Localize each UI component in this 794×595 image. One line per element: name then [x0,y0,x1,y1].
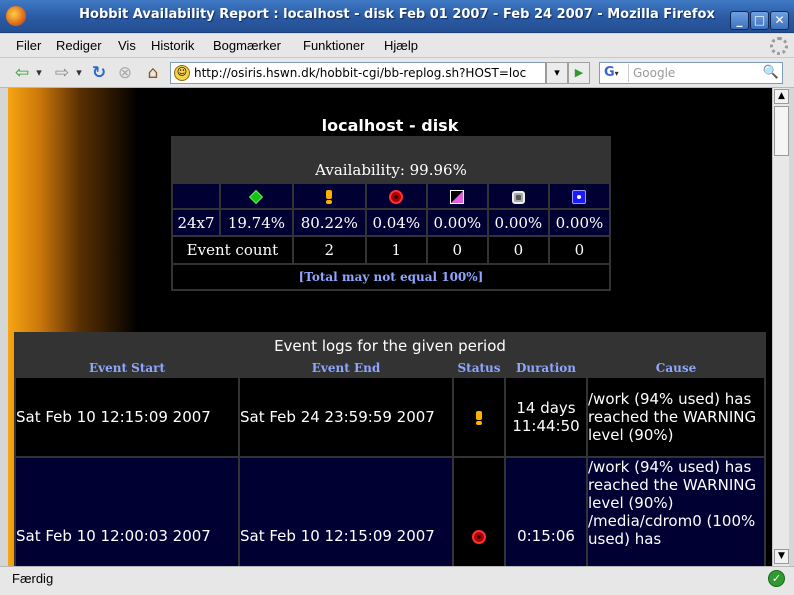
home-button[interactable]: ⌂ [142,63,164,83]
report-title: localhost - disk [321,116,459,135]
menu-historik[interactable]: Historik [151,38,194,53]
status-text: Færdig [12,571,54,586]
menu-hjaelp[interactable]: Hjælp [384,38,418,53]
minimize-button[interactable]: _ [730,11,749,30]
count-clear: 0 [488,237,548,263]
pct-purple: 0.00% [427,210,487,235]
vertical-scrollbar[interactable]: ▲ ▼ [772,88,789,566]
scroll-down-arrow-icon[interactable]: ▼ [774,549,789,564]
status-bar: Færdig ✓ [0,566,794,595]
event-start: Sat Feb 10 12:15:09 2007 [16,378,238,456]
event-log-table: Event logs for the given period Event St… [14,332,766,566]
event-log-header: Event Start Event End Status Duration Ca… [16,360,764,376]
event-count-row: Event count 2 1 0 0 0 [173,237,609,263]
event-duration: 14 days 11:44:50 [506,378,586,456]
go-button[interactable]: ▶ [568,62,590,84]
yellow-status-icon[interactable] [476,410,482,425]
count-purple: 0 [427,237,487,263]
pct-clear: 0.00% [488,210,548,235]
red-status-icon[interactable] [472,529,486,544]
period-label: 24x7 [173,210,219,235]
scrollbar-thumb[interactable] [774,106,789,156]
menu-rediger[interactable]: Rediger [56,38,102,53]
maximize-button[interactable]: □ [750,11,769,30]
empty-header-cell [173,184,219,208]
navigation-toolbar: ⇦ ▾ ⇨ ▾ ↻ ⊗ ⌂ ☺ http://osiris.hswn.dk/ho… [0,58,794,88]
clear-status-icon [511,190,525,204]
yellow-status-icon [326,190,333,204]
total-note: [Total may not equal 100%] [173,265,609,289]
url-history-dropdown[interactable]: ▾ [546,62,568,84]
scroll-up-arrow-icon[interactable]: ▲ [774,89,789,104]
table-row[interactable]: Sat Feb 10 12:15:09 2007 Sat Feb 24 23:5… [16,378,764,456]
blue-status-icon [572,190,587,204]
percentage-row: 24x7 19.74% 80.22% 0.04% 0.00% 0.00% 0.0… [173,210,609,235]
count-yellow: 2 [293,237,365,263]
event-log-title: Event logs for the given period [274,337,506,355]
event-end: Sat Feb 10 12:15:09 2007 [240,458,452,566]
search-icon[interactable]: 🔍 [761,64,781,82]
purple-status-icon [450,190,465,204]
event-count-label: Event count [173,237,292,263]
event-cause: /work (94% used) has reached the WARNING… [588,458,764,566]
forward-history-dropdown[interactable]: ▾ [74,63,84,83]
table-row[interactable]: Sat Feb 10 12:00:03 2007 Sat Feb 10 12:1… [16,458,764,566]
pct-blue: 0.00% [549,210,609,235]
green-status-icon [249,189,264,205]
header-event-start[interactable]: Event Start [16,360,238,376]
search-placeholder[interactable]: Google [633,66,675,80]
event-duration: 0:15:06 [506,458,586,566]
back-button[interactable]: ⇦ [10,63,34,83]
menu-bogmaerker[interactable]: Bogmærker [213,38,281,53]
throbber-icon [770,37,788,55]
menu-filer[interactable]: Filer [16,38,41,53]
event-start: Sat Feb 10 12:00:03 2007 [16,458,238,566]
status-icon-row [173,184,609,208]
pct-yellow: 80.22% [293,210,365,235]
availability-value: Availability: 99.96% [315,161,467,179]
search-box[interactable]: G▾ Google 🔍 [599,62,783,84]
event-cause: /work (94% used) has reached the WARNING… [588,378,764,456]
red-status-icon [389,190,404,204]
header-cause[interactable]: Cause [588,360,764,376]
note-row: [Total may not equal 100%] [173,265,609,289]
pct-green: 19.74% [220,210,292,235]
checkmark-icon: ✓ [768,570,785,587]
header-status[interactable]: Status [454,360,504,376]
event-end: Sat Feb 24 23:59:59 2007 [240,378,452,456]
header-event-end[interactable]: Event End [240,360,452,376]
url-bar[interactable]: ☺ http://osiris.hswn.dk/hobbit-cgi/bb-re… [170,62,546,84]
window-title: Hobbit Availability Report : localhost -… [79,7,715,22]
count-blue: 0 [549,237,609,263]
back-history-dropdown[interactable]: ▾ [34,63,44,83]
menu-funktioner[interactable]: Funktioner [303,38,364,53]
page-content: localhost - disk Availability: 99.96% 24… [8,88,772,566]
header-duration[interactable]: Duration [506,360,586,376]
menu-vis[interactable]: Vis [118,38,136,53]
window-titlebar: Hobbit Availability Report : localhost -… [0,0,794,33]
search-engine-selector[interactable]: G▾ [601,64,629,82]
close-button[interactable]: ✕ [770,11,789,30]
stop-button[interactable]: ⊗ [114,63,136,83]
url-text[interactable]: http://osiris.hswn.dk/hobbit-cgi/bb-repl… [194,66,544,80]
pct-red: 0.04% [366,210,426,235]
site-favicon-icon: ☺ [174,65,190,81]
forward-button[interactable]: ⇨ [50,63,74,83]
reload-button[interactable]: ↻ [88,63,110,83]
menu-bar: Filer Rediger Vis Historik Bogmærker Fun… [0,34,794,58]
availability-table: Availability: 99.96% 24x7 19.74% 80.22% … [171,136,611,291]
count-red: 1 [366,237,426,263]
